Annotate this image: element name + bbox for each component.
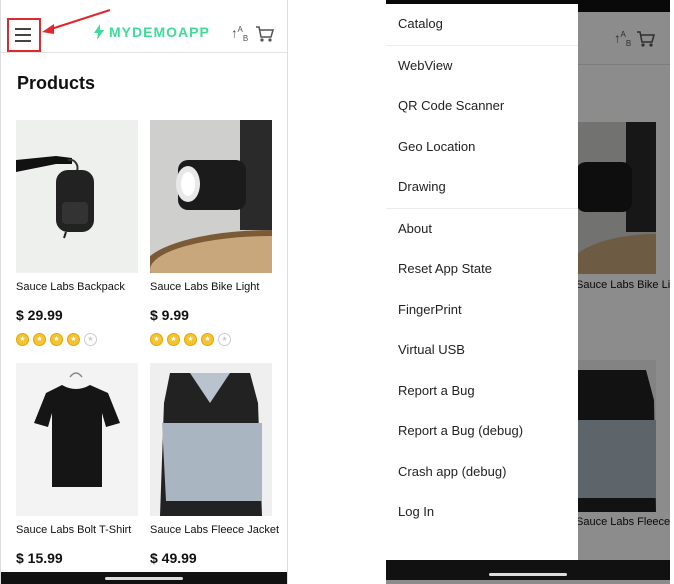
drawer-item-catalog[interactable]: Catalog <box>386 4 578 46</box>
star-icon[interactable]: ★ <box>84 333 97 346</box>
navigation-drawer: Catalog WebView QR Code Scanner Geo Loca… <box>386 4 578 574</box>
drawer-item-drawing[interactable]: Drawing <box>386 167 578 209</box>
product-name[interactable]: Sauce Labs Bolt T-Shirt <box>16 524 138 536</box>
product-card[interactable]: Sauce Labs Backpack $ 29.99 ★ ★ ★ ★ ★ <box>16 120 138 346</box>
product-card[interactable]: Sauce Labs Bolt T-Shirt $ 15.99 <box>16 363 138 566</box>
star-icon[interactable]: ★ <box>167 333 180 346</box>
product-card[interactable]: Sauce Labs Fleece Jacket $ 49.99 <box>150 363 279 566</box>
product-name[interactable]: Sauce Labs Bike Light <box>150 281 272 293</box>
highlight-box <box>7 18 41 52</box>
drawer-item-crash-app[interactable]: Crash app (debug) <box>386 452 578 493</box>
product-image[interactable] <box>150 363 272 516</box>
logo-text: MYDEMOAPP <box>109 24 210 40</box>
star-icon[interactable]: ★ <box>33 333 46 346</box>
nav-bar <box>386 560 670 580</box>
app-logo: MYDEMOAPP <box>93 24 210 40</box>
star-icon[interactable]: ★ <box>50 333 63 346</box>
rating[interactable]: ★ ★ ★ ★ ★ <box>16 333 138 346</box>
home-indicator[interactable] <box>489 573 567 576</box>
app-header: MYDEMOAPP ↑AB <box>1 0 287 53</box>
product-name[interactable]: Sauce Labs Fleece Jacket <box>150 524 279 536</box>
drawer-item-log-in[interactable]: Log In <box>386 492 578 533</box>
star-icon[interactable]: ★ <box>67 333 80 346</box>
drawer-item-report-bug-debug[interactable]: Report a Bug (debug) <box>386 411 578 452</box>
drawer-item-virtual-usb[interactable]: Virtual USB <box>386 330 578 371</box>
sort-icon[interactable]: ↑AB <box>231 25 248 43</box>
catalog-screen: MYDEMOAPP ↑AB Products Sauce Labs Backpa… <box>0 0 288 584</box>
drawer-item-about[interactable]: About <box>386 209 578 250</box>
drawer-screen: ↑AB Sauce Labs Bike Light Sauce Labs Fle… <box>386 0 670 584</box>
product-card[interactable]: Sauce Labs Bike Light $ 9.99 ★ ★ ★ ★ ★ <box>150 120 272 346</box>
product-image[interactable] <box>16 120 138 273</box>
product-price: $ 29.99 <box>16 307 63 323</box>
product-price: $ 49.99 <box>150 550 197 566</box>
bolt-logo-icon <box>94 24 104 40</box>
star-icon[interactable]: ★ <box>184 333 197 346</box>
product-price: $ 9.99 <box>150 307 189 323</box>
drawer-item-webview[interactable]: WebView <box>386 46 578 87</box>
product-name[interactable]: Sauce Labs Backpack <box>16 281 138 293</box>
product-image[interactable] <box>16 363 138 516</box>
drawer-item-report-bug[interactable]: Report a Bug <box>386 371 578 412</box>
star-icon[interactable]: ★ <box>201 333 214 346</box>
nav-bar <box>1 572 287 584</box>
star-icon[interactable]: ★ <box>16 333 29 346</box>
rating[interactable]: ★ ★ ★ ★ ★ <box>150 333 272 346</box>
page-title: Products <box>17 73 96 93</box>
drawer-item-geo-location[interactable]: Geo Location <box>386 127 578 168</box>
star-icon[interactable]: ★ <box>218 333 231 346</box>
drawer-item-fingerprint[interactable]: FingerPrint <box>386 290 578 331</box>
drawer-item-qr-code-scanner[interactable]: QR Code Scanner <box>386 86 578 127</box>
star-icon[interactable]: ★ <box>150 333 163 346</box>
product-image[interactable] <box>150 120 272 273</box>
drawer-item-reset-app-state[interactable]: Reset App State <box>386 249 578 290</box>
product-price: $ 15.99 <box>16 550 63 566</box>
cart-icon[interactable] <box>255 25 275 43</box>
home-indicator[interactable] <box>105 577 183 580</box>
